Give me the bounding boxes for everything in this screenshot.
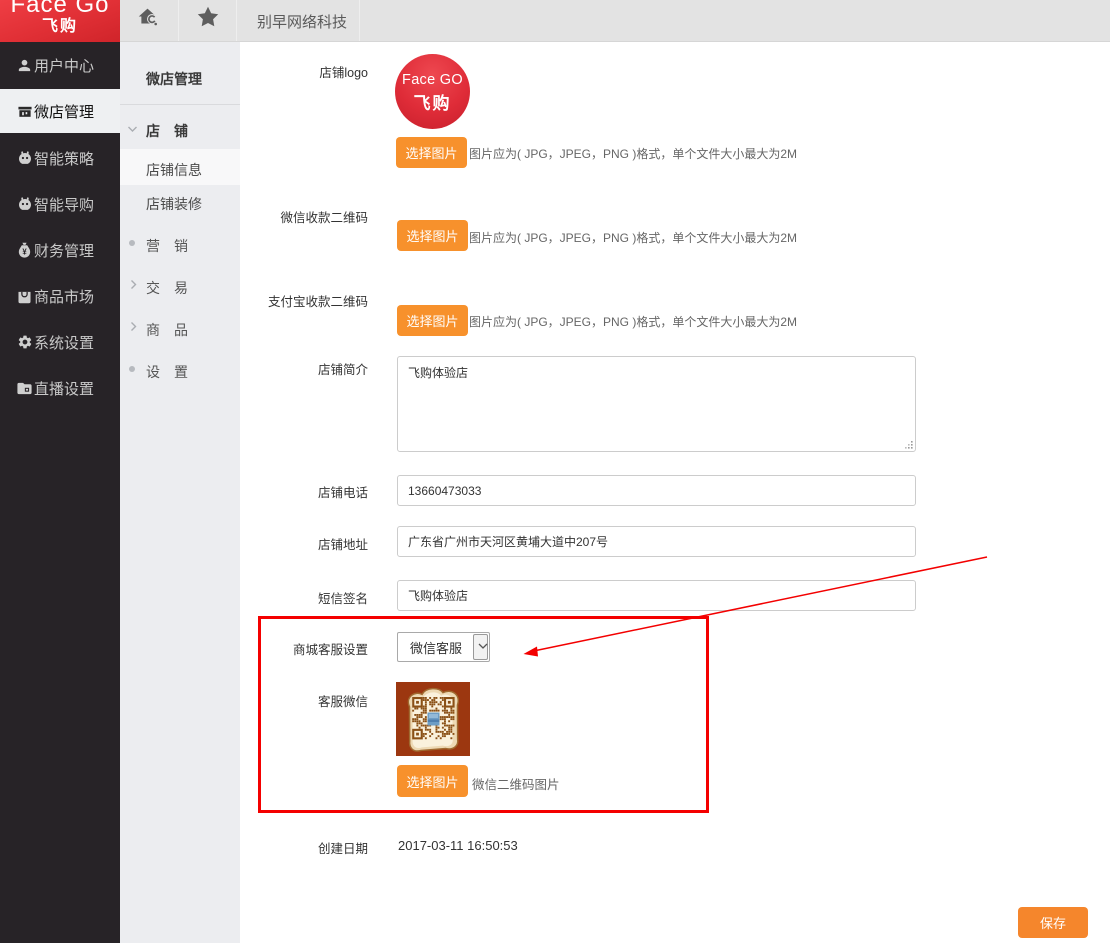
- svg-text:¥: ¥: [22, 247, 27, 256]
